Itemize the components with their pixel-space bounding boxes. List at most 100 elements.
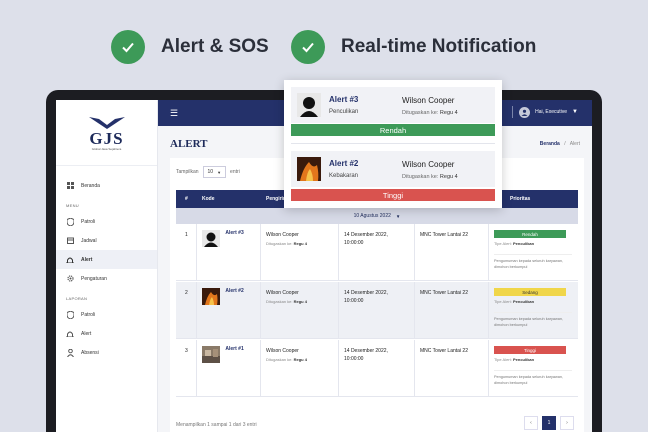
sidebar-item-label: Patroli	[81, 311, 96, 318]
alert-date: 14 Desember 2022,	[344, 232, 388, 238]
alert-code-link[interactable]: Alert #1	[225, 346, 243, 352]
sidebar-item-pengaturan[interactable]: Pengaturan	[56, 269, 157, 288]
notification-item[interactable]: Alert #3 Penculikan	[291, 87, 495, 123]
notification-sender: Wilson Cooper	[402, 96, 455, 105]
siren-icon	[66, 256, 74, 264]
feature-label: Real-time Notification	[341, 36, 537, 57]
sender-cell: Wilson Cooper Ditugaskan ke: Regu 4	[266, 232, 307, 246]
prev-page-button[interactable]: ‹	[524, 416, 538, 430]
sender-name: Wilson Cooper	[266, 232, 299, 238]
alert-time: 10:00:00	[344, 240, 364, 246]
divider	[488, 282, 489, 338]
assigned-label: Ditugaskan ke:	[266, 299, 293, 304]
sidebar-item-label: Beranda	[81, 182, 100, 189]
logo-text: GJS	[89, 128, 124, 148]
row-number: 3	[185, 348, 188, 354]
page-button[interactable]: 1	[542, 416, 556, 430]
chevron-down-icon: ▼	[395, 213, 401, 219]
assigned-team: Regu 4	[293, 241, 307, 246]
sidebar-item-alert[interactable]: Alert	[56, 250, 157, 269]
sidebar-item-label: Alert	[81, 256, 93, 263]
divider	[488, 340, 489, 396]
divider	[414, 340, 415, 396]
sidebar-item-label: Alert	[81, 330, 92, 337]
chevron-down-icon: ▼	[217, 169, 222, 175]
divider	[488, 224, 489, 280]
assigned-label: Ditugaskan ke:	[402, 174, 439, 180]
notification-assigned: Ditugaskan ke: Regu 4	[402, 110, 458, 116]
sidebar-nav: Beranda MENU Patroli Jadwal Alert Pengat…	[56, 166, 157, 362]
notification-title: Alert #2	[329, 159, 359, 168]
table-row[interactable]: 3 Alert #1 Wilson Cooper Ditugaskan ke: …	[176, 340, 578, 397]
sidebar-item-jadwal[interactable]: Jadwal	[56, 231, 157, 250]
assigned-team: Regu 4	[439, 110, 458, 116]
table-row[interactable]: 2 Alert #2 Wilson Cooper Ditugaskan ke: …	[176, 282, 578, 339]
breadcrumb-home[interactable]: Beranda	[540, 141, 560, 147]
notification-sender: Wilson Cooper	[402, 160, 455, 169]
location-cell: MNC Tower Lantai 22	[420, 232, 468, 238]
alert-date: 14 Desember 2022,	[344, 290, 388, 296]
table-row[interactable]: 1 Alert #3 Wilson Cooper Ditugaskan ke: …	[176, 224, 578, 281]
hamburger-menu-icon[interactable]: ☰	[170, 108, 178, 119]
user-menu[interactable]: Hai, Executive ▼	[512, 106, 578, 118]
priority-badge: Sedang	[494, 288, 566, 296]
alert-code-link[interactable]: Alert #2	[225, 288, 243, 294]
alert-thumbnail	[202, 346, 220, 363]
datetime-cell: 14 Desember 2022, 10:00:00	[344, 348, 388, 362]
header-code: Kode	[202, 196, 215, 202]
breadcrumb: Beranda / Alert	[540, 141, 580, 147]
sidebar-item-report-patroli[interactable]: Patroli	[56, 305, 157, 324]
type-value: Penculikan	[512, 357, 535, 362]
datetime-cell: 14 Desember 2022, 10:00:00	[344, 290, 388, 304]
feature-alert-sos: Alert & SOS	[111, 30, 269, 64]
entries-select[interactable]: 10 ▼	[202, 166, 227, 178]
assigned-label: Ditugaskan ke:	[402, 110, 439, 116]
divider	[291, 143, 495, 144]
sidebar-item-label: Absensi	[81, 349, 99, 356]
sidebar: GJS Global Jasa Sejahtera Beranda MENU P…	[56, 100, 158, 432]
divider	[338, 282, 339, 338]
header-priority: Prioritas	[510, 196, 531, 202]
alert-code-cell: Alert #2	[202, 288, 244, 305]
notification-subtitle: Penculikan	[329, 109, 359, 115]
divider	[512, 106, 514, 118]
menu-section-label: MENU	[66, 203, 79, 208]
type-label: Tipe Alert:	[494, 299, 512, 304]
user-greeting: Hai, Executive	[535, 109, 568, 115]
sender-name: Wilson Cooper	[266, 290, 299, 296]
sidebar-item-report-alert[interactable]: Alert	[56, 324, 157, 343]
assigned-text: Ditugaskan ke: Regu 4	[266, 357, 307, 362]
assigned-label: Ditugaskan ke:	[266, 241, 293, 246]
sidebar-item-label: Jadwal	[81, 237, 97, 244]
sidebar-item-beranda[interactable]: Beranda	[56, 176, 157, 195]
calendar-icon	[66, 237, 74, 245]
divider	[338, 340, 339, 396]
priority-bar: Tinggi	[291, 189, 495, 201]
notification-popup: Alert #3 Penculikan Wilson Cooper Dituga…	[284, 80, 502, 208]
row-number: 1	[185, 232, 188, 238]
divider	[260, 224, 261, 280]
sidebar-item-report-absensi[interactable]: Absensi	[56, 343, 157, 362]
header-no: #	[185, 196, 188, 202]
priority-badge: Rendah	[494, 230, 566, 238]
sidebar-item-patroli[interactable]: Patroli	[56, 212, 157, 231]
show-label: Tampilkan	[176, 169, 199, 175]
pagination: ‹ 1 ›	[520, 416, 574, 430]
divider	[196, 282, 197, 338]
page-title: ALERT	[170, 138, 208, 150]
alert-type: Tipe Alert: Penculikan	[494, 241, 572, 246]
sender-cell: Wilson Cooper Ditugaskan ke: Regu 4	[266, 348, 307, 362]
avatar	[519, 106, 531, 118]
notification-item[interactable]: Alert #2 Kebakaran	[291, 151, 495, 187]
siren-icon	[66, 330, 74, 338]
location-cell: MNC Tower Lantai 22	[420, 290, 468, 296]
alert-thumbnail	[297, 157, 321, 181]
alert-code-link[interactable]: Alert #3	[225, 230, 243, 236]
dashboard-icon	[66, 182, 74, 190]
alert-note: Pengumuman kepada seluruh karyawan, dimo…	[494, 370, 572, 386]
divider	[196, 224, 197, 280]
next-page-button[interactable]: ›	[560, 416, 574, 430]
date-group-row[interactable]: 10 Agustus 2022 ▼	[176, 208, 578, 224]
shield-icon	[66, 217, 74, 226]
divider	[338, 224, 339, 280]
